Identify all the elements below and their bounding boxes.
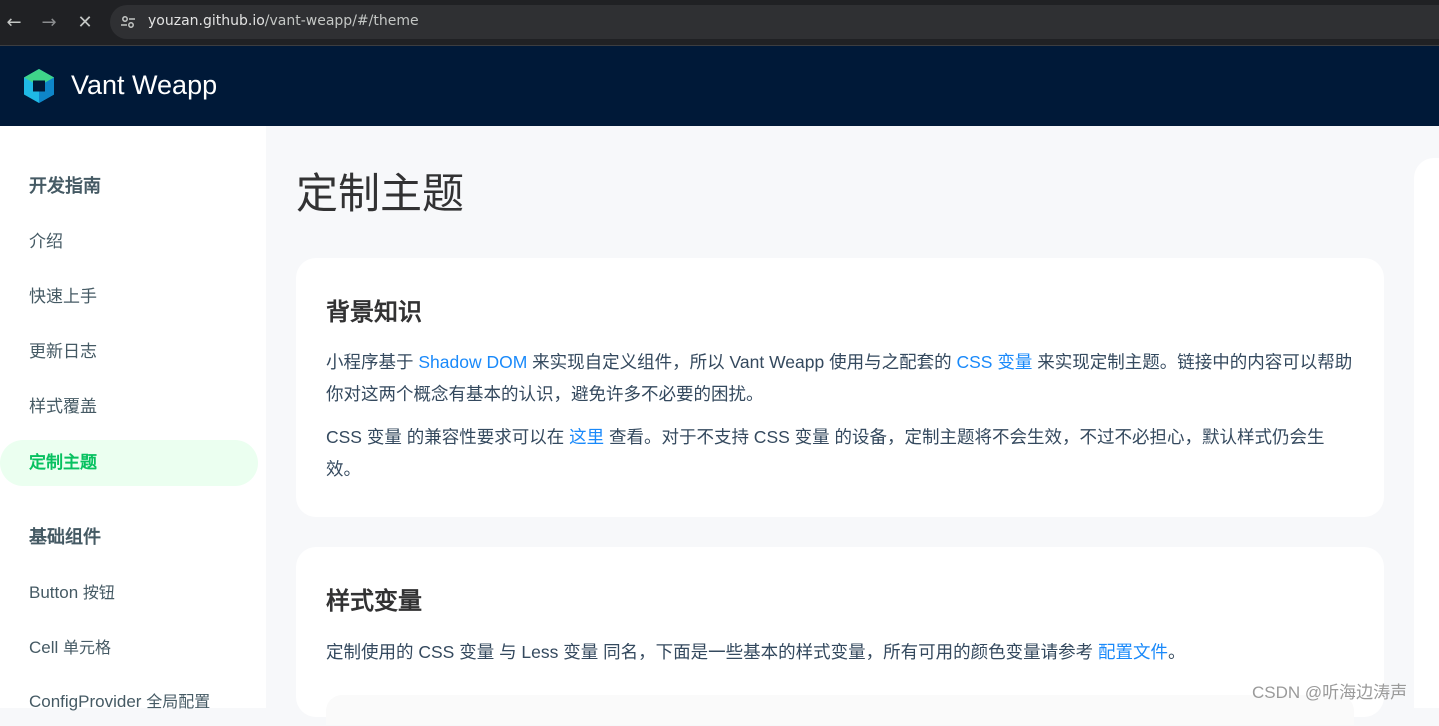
- stop-loading-icon[interactable]: ✕: [74, 12, 96, 34]
- paragraph-text: 。: [1167, 642, 1186, 662]
- forward-arrow-icon[interactable]: →: [38, 12, 60, 34]
- sidebar-item-label: Cell: [29, 638, 59, 657]
- css-variables-link[interactable]: CSS 变量: [956, 352, 1032, 372]
- code-block: [326, 695, 1354, 725]
- content-card-variables: 样式变量 定制使用的 CSS 变量 与 Less 变量 同名，下面是一些基本的样…: [296, 547, 1384, 725]
- sidebar-item-label: 样式覆盖: [29, 397, 97, 416]
- sidebar-group-title: 基础组件: [29, 527, 101, 547]
- sidebar-item-theme[interactable]: 定制主题: [0, 440, 258, 486]
- paragraph: 定制使用的 CSS 变量 与 Less 变量 同名，下面是一些基本的样式变量，所…: [326, 636, 1354, 668]
- sidebar-item-label: 快速上手: [29, 287, 97, 306]
- paragraph: CSS 变量 的兼容性要求可以在 这里 查看。对于不支持 CSS 变量 的设备，…: [326, 421, 1354, 485]
- paragraph-text: 定制使用的 CSS 变量 与 Less 变量 同名，下面是一些基本的样式变量，所…: [326, 642, 1098, 662]
- sidebar-item-sublabel: 单元格: [63, 640, 112, 657]
- paragraph-text: CSS 变量 的兼容性要求可以在: [326, 427, 570, 447]
- address-bar[interactable]: youzan.github.io/vant-weapp/#/theme: [110, 5, 1439, 39]
- address-url: youzan.github.io/vant-weapp/#/theme: [148, 13, 419, 29]
- sidebar-item-cell[interactable]: Cell 单元格: [0, 625, 258, 671]
- config-file-link[interactable]: 配置文件: [1098, 642, 1168, 662]
- sidebar-nav: 开发指南 介绍 快速上手 更新日志 样式覆盖 定制主题 基础组件 Button …: [0, 126, 266, 711]
- csdn-watermark: CSDN @听海边涛声: [1252, 683, 1408, 702]
- sidebar-item-quickstart[interactable]: 快速上手: [0, 274, 258, 320]
- sidebar-item-label: 介绍: [29, 232, 63, 251]
- section-heading: 背景知识: [326, 299, 422, 326]
- paragraph-text: 小程序基于: [326, 352, 419, 372]
- shadow-dom-link[interactable]: Shadow DOM: [418, 352, 527, 372]
- sidebar-item-label: ConfigProvider: [29, 692, 142, 711]
- right-panel-edge: [1414, 158, 1439, 708]
- vant-logo-icon[interactable]: [22, 68, 56, 104]
- url-host: youzan.github.io: [148, 13, 265, 29]
- browser-toolbar: ← → ✕ youzan.github.io/vant-weapp/#/them…: [0, 0, 1439, 46]
- sidebar-item-label: 更新日志: [29, 342, 97, 361]
- sidebar-item-sublabel: 按钮: [82, 585, 115, 602]
- brand-name[interactable]: Vant Weapp: [71, 70, 217, 101]
- sidebar-item-configprovider[interactable]: ConfigProvider 全局配置: [0, 679, 258, 725]
- sidebar-item-button[interactable]: Button 按钮: [0, 570, 258, 616]
- section-heading: 样式变量: [326, 588, 422, 615]
- page-title: 定制主题: [296, 170, 465, 217]
- paragraph-text: 来实现自定义组件，所以 Vant Weapp 使用与之配套的: [527, 352, 957, 372]
- sidebar-item-sublabel: 全局配置: [146, 694, 211, 711]
- sidebar-item-style-override[interactable]: 样式覆盖: [0, 384, 258, 430]
- sidebar-group-title: 开发指南: [29, 176, 101, 196]
- url-path: /vant-weapp/#/theme: [264, 13, 419, 29]
- sidebar-item-label: Button: [29, 583, 79, 602]
- sidebar-item-label: 定制主题: [29, 453, 97, 472]
- back-arrow-icon[interactable]: ←: [3, 12, 25, 34]
- compatibility-link[interactable]: 这里: [569, 427, 604, 447]
- site-header: Vant Weapp: [0, 46, 1439, 126]
- sidebar-item-changelog[interactable]: 更新日志: [0, 329, 258, 375]
- sidebar-item-intro[interactable]: 介绍: [0, 219, 258, 265]
- content-card-background: 背景知识 小程序基于 Shadow DOM 来实现自定义组件，所以 Vant W…: [296, 258, 1384, 517]
- site-settings-icon[interactable]: [120, 14, 136, 30]
- paragraph: 小程序基于 Shadow DOM 来实现自定义组件，所以 Vant Weapp …: [326, 346, 1354, 410]
